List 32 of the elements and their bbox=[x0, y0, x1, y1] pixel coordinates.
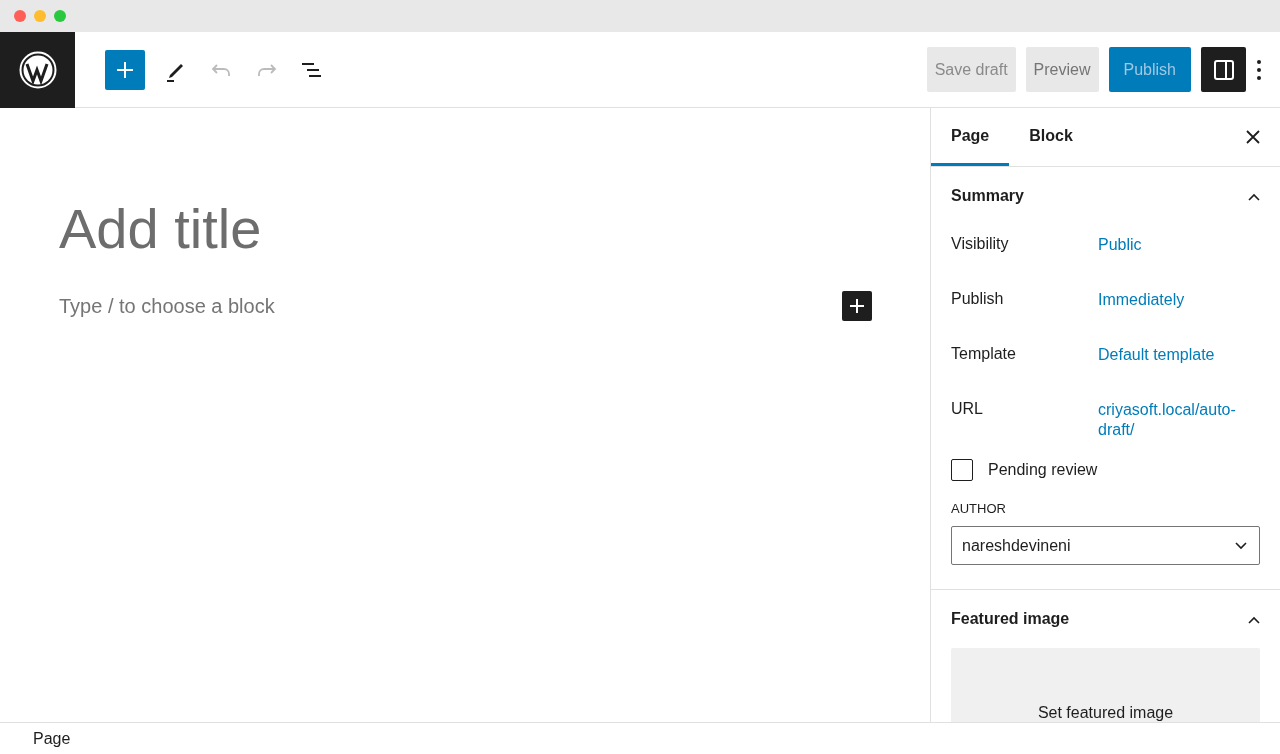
set-featured-image-button[interactable]: Set featured image bbox=[951, 648, 1260, 722]
settings-button[interactable] bbox=[1201, 47, 1246, 92]
plus-icon bbox=[116, 60, 134, 79]
field-link[interactable]: Immediately bbox=[1098, 290, 1258, 310]
sidebar-icon bbox=[1212, 58, 1235, 81]
field-link[interactable]: criyasoft.local/auto-draft/ bbox=[1098, 400, 1258, 440]
field-label: Template bbox=[951, 345, 1017, 363]
checkbox-label: Pending review bbox=[988, 461, 1098, 479]
chevron-down-icon[interactable] bbox=[1235, 541, 1247, 550]
chevron-up-icon[interactable] bbox=[1248, 193, 1260, 201]
logo-icon[interactable] bbox=[0, 31, 75, 108]
block-placeholder[interactable]: Type / to choose a block bbox=[59, 294, 275, 318]
panel-title[interactable]: Summary bbox=[951, 187, 1024, 205]
field-label: Publish bbox=[951, 290, 1005, 308]
panel-title[interactable]: Featured image bbox=[951, 610, 1070, 628]
chevron-up-icon[interactable] bbox=[1248, 616, 1260, 624]
field-label: AUTHOR bbox=[951, 501, 1007, 516]
add-block-button[interactable] bbox=[842, 291, 872, 321]
author-select[interactable]: nareshdevineni bbox=[951, 526, 1260, 565]
breadcrumb[interactable]: Page bbox=[33, 729, 71, 748]
field-label: URL bbox=[951, 400, 984, 418]
field-label: Visibility bbox=[951, 235, 1010, 253]
field-link[interactable]: Public bbox=[1098, 235, 1258, 255]
close-icon[interactable] bbox=[1246, 130, 1260, 144]
sidebar-tab[interactable]: Page bbox=[931, 108, 1010, 166]
more-options-icon[interactable] bbox=[1256, 58, 1262, 81]
plus-icon bbox=[849, 298, 865, 314]
field-link[interactable]: Default template bbox=[1098, 345, 1258, 365]
title-field[interactable]: Add title bbox=[59, 196, 930, 261]
sidebar-tab[interactable]: Block bbox=[1009, 108, 1093, 166]
preview-button[interactable]: Preview bbox=[1025, 47, 1099, 92]
checkbox[interactable] bbox=[951, 459, 973, 481]
